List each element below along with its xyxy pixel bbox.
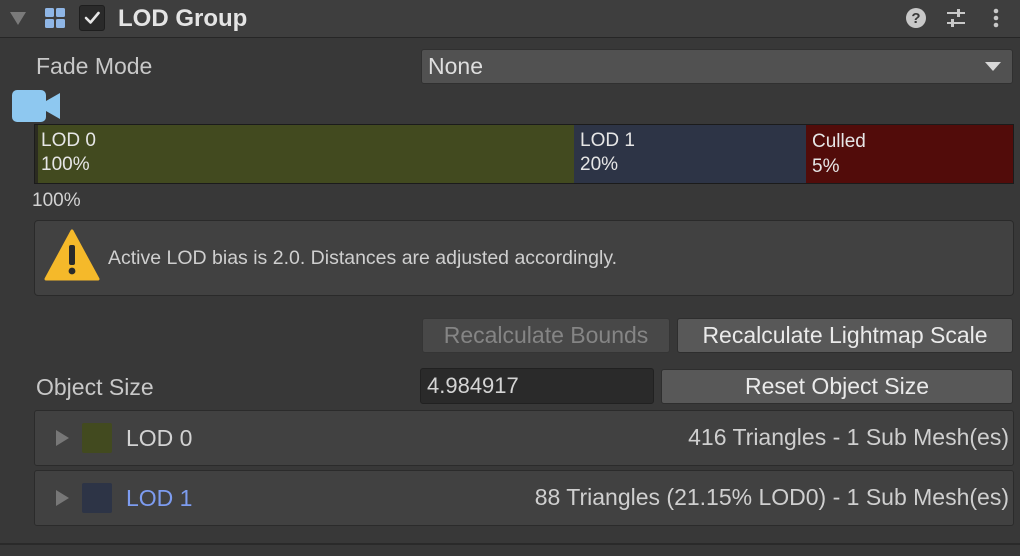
enabled-checkbox[interactable] xyxy=(79,5,105,31)
fade-mode-dropdown[interactable] xyxy=(421,49,1013,84)
warning-icon xyxy=(44,229,100,283)
lod-bar-segment-culled[interactable]: Culled 5% xyxy=(806,125,1013,183)
bottom-divider xyxy=(0,543,1020,545)
lod0-row-info: 416 Triangles - 1 Sub Mesh(es) xyxy=(688,424,1009,450)
fade-mode-label: Fade Mode xyxy=(36,53,153,79)
more-options-icon[interactable] xyxy=(985,7,1007,29)
recalculate-lightmap-scale-button[interactable]: Recalculate Lightmap Scale xyxy=(677,318,1013,353)
recalculate-bounds-button[interactable]: Recalculate Bounds xyxy=(422,318,670,353)
expand-arrow-icon[interactable] xyxy=(56,490,69,506)
chevron-down-icon xyxy=(985,62,1001,71)
presets-sliders-icon[interactable] xyxy=(945,7,967,29)
object-size-value: 4.984917 xyxy=(427,373,519,398)
warning-text: Active LOD bias is 2.0. Distances are ad… xyxy=(108,247,618,269)
lod0-percent: 100% xyxy=(41,154,90,175)
expand-arrow-icon[interactable] xyxy=(56,430,69,446)
lod1-percent: 20% xyxy=(580,154,619,175)
lod0-color-swatch xyxy=(82,423,112,453)
svg-text:?: ? xyxy=(911,10,920,27)
lod1-name: LOD 1 xyxy=(580,130,635,151)
help-icon[interactable]: ? xyxy=(905,7,927,29)
reset-object-size-button[interactable]: Reset Object Size xyxy=(661,369,1013,404)
component-title: LOD Group xyxy=(118,5,248,32)
lod1-row-info: 88 Triangles (21.15% LOD0) - 1 Sub Mesh(… xyxy=(534,484,1009,510)
object-size-label: Object Size xyxy=(36,374,154,400)
camera-percent: 100% xyxy=(32,190,81,211)
culled-name: Culled xyxy=(812,131,866,152)
lod-bar-segment-lod0[interactable]: LOD 0 100% xyxy=(35,125,574,183)
lod0-row-name: LOD 0 xyxy=(126,425,193,451)
lod1-row-name: LOD 1 xyxy=(126,485,193,511)
foldout-arrow-icon[interactable] xyxy=(10,12,26,25)
checkmark-icon xyxy=(84,11,100,24)
fade-mode-value: None xyxy=(428,53,483,79)
lod-bar-segment-lod1[interactable]: LOD 1 20% xyxy=(574,125,806,183)
lod0-name: LOD 0 xyxy=(41,130,96,151)
lod-group-icon xyxy=(44,7,66,29)
lod1-color-swatch xyxy=(82,483,112,513)
culled-percent: 5% xyxy=(812,156,840,177)
camera-icon[interactable] xyxy=(12,90,60,122)
